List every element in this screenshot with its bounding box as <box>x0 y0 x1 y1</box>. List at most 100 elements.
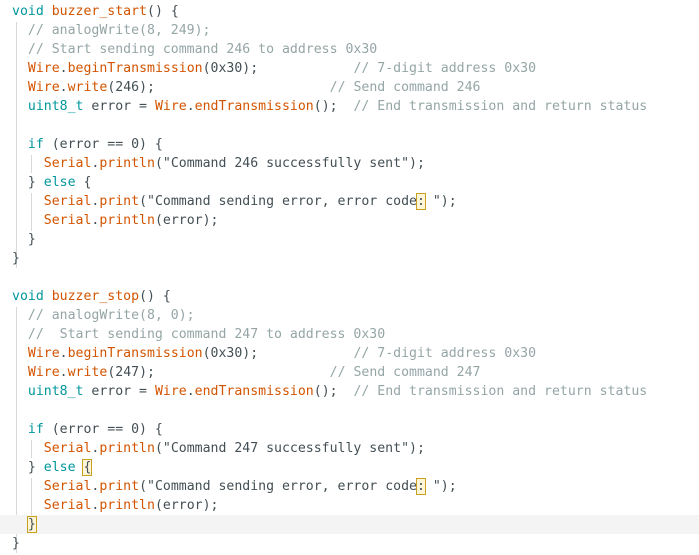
code-keyword: void <box>12 289 44 304</box>
code-token: (error == 0) { <box>43 422 163 437</box>
code-identifier: beginTransmission <box>67 346 203 361</box>
code-identifier: print <box>99 194 140 209</box>
code-keyword: if <box>27 137 44 152</box>
code-keyword: else <box>43 460 76 475</box>
code-token: () { <box>147 4 179 19</box>
code-identifier: beginTransmission <box>67 61 203 76</box>
code-line[interactable]: Serial.print("Command sending error, err… <box>12 192 457 211</box>
bracket-match-highlight: : <box>415 478 426 495</box>
code-comment: // Send command 246 <box>329 80 481 95</box>
bracket-match-highlight: } <box>26 516 37 533</box>
code-comment: // analogWrite(8, 249); <box>27 23 211 38</box>
code-line[interactable]: Wire.write(247); // Send command 247 <box>12 363 481 382</box>
code-token: (247); <box>107 365 330 380</box>
code-identifier: write <box>67 80 108 95</box>
code-identifier: println <box>99 156 155 171</box>
code-keyword: if <box>27 422 44 437</box>
bracket-match-highlight: : <box>415 193 426 210</box>
code-token: (error == 0) { <box>43 137 163 152</box>
code-line[interactable]: Serial.print("Command sending error, err… <box>12 477 457 496</box>
code-line[interactable]: } else { <box>12 458 93 477</box>
code-token: } <box>12 232 36 247</box>
code-token: ("Command sending error, error code <box>139 194 417 209</box>
code-line[interactable]: if (error == 0) { <box>12 135 163 154</box>
code-comment: // analogWrite(8, 0); <box>27 308 195 323</box>
code-token: . <box>59 80 68 95</box>
code-comment: // End transmission and return status <box>353 384 648 399</box>
code-line[interactable]: // analogWrite(8, 0); <box>12 306 195 325</box>
code-line[interactable]: Serial.println(error); <box>12 211 219 230</box>
code-token: (error); <box>154 498 219 513</box>
code-line[interactable]: Serial.println("Command 246 successfully… <box>12 154 425 173</box>
code-line[interactable]: } <box>0 515 699 534</box>
code-identifier: Serial <box>43 441 92 456</box>
code-identifier: println <box>99 213 155 228</box>
code-line[interactable]: Wire.write(246); // Send command 246 <box>12 78 481 97</box>
code-identifier: endTransmission <box>194 99 314 114</box>
code-line[interactable]: Serial.println("Command 247 successfully… <box>12 439 425 458</box>
code-line[interactable]: } <box>12 249 20 268</box>
code-identifier: write <box>67 365 108 380</box>
code-token: (); <box>313 384 354 399</box>
code-token: } <box>12 536 20 551</box>
code-line[interactable]: } else { <box>12 173 92 192</box>
code-identifier: Serial <box>43 498 92 513</box>
code-line[interactable]: Wire.beginTransmission(0x30); // 7-digit… <box>12 59 536 78</box>
code-identifier: Wire <box>154 99 187 114</box>
code-token: (0x30); <box>202 346 354 361</box>
code-line[interactable]: if (error == 0) { <box>12 420 163 439</box>
code-line[interactable]: void buzzer_start() { <box>12 2 179 21</box>
code-comment: // Send command 247 <box>329 365 481 380</box>
code-line[interactable]: uint8_t error = Wire.endTransmission(); … <box>12 382 647 401</box>
code-identifier: buzzer_stop <box>51 289 140 304</box>
code-line[interactable]: // analogWrite(8, 249); <box>12 21 211 40</box>
code-identifier: Serial <box>43 479 92 494</box>
code-line[interactable]: } <box>12 534 20 553</box>
code-identifier: endTransmission <box>194 384 314 399</box>
code-line[interactable]: void buzzer_stop() { <box>12 287 171 306</box>
code-line[interactable]: // Start sending command 246 to address … <box>12 40 377 59</box>
code-token: (0x30); <box>202 61 354 76</box>
code-token: { <box>75 175 92 190</box>
code-identifier: print <box>99 479 140 494</box>
code-token: error = <box>83 99 155 114</box>
code-identifier: Serial <box>43 156 92 171</box>
code-identifier: Wire <box>27 80 60 95</box>
code-token: ("Command 246 successfully sent"); <box>154 156 425 171</box>
code-identifier: Serial <box>43 213 92 228</box>
code-identifier: println <box>99 498 155 513</box>
code-line[interactable]: } <box>12 230 36 249</box>
code-line[interactable]: uint8_t error = Wire.endTransmission(); … <box>12 97 647 116</box>
code-token: () { <box>139 289 171 304</box>
code-line[interactable]: Serial.println(error); <box>12 496 219 515</box>
code-token: . <box>186 99 195 114</box>
code-line[interactable]: // Start sending command 247 to address … <box>12 325 385 344</box>
code-token: (error); <box>154 213 219 228</box>
code-identifier: println <box>99 441 155 456</box>
code-comment: // Start sending command 246 to address … <box>27 42 378 57</box>
code-token: } <box>12 251 20 266</box>
code-line[interactable]: Wire.beginTransmission(0x30); // 7-digit… <box>12 344 536 363</box>
code-token: "); <box>424 479 457 494</box>
code-identifier: Wire <box>27 61 60 76</box>
code-editor[interactable]: void buzzer_start() { // analogWrite(8, … <box>0 0 699 555</box>
code-identifier: buzzer_start <box>51 4 147 19</box>
code-token: ("Command 247 successfully sent"); <box>154 441 425 456</box>
code-comment: // Start sending command 247 to address … <box>27 327 386 342</box>
